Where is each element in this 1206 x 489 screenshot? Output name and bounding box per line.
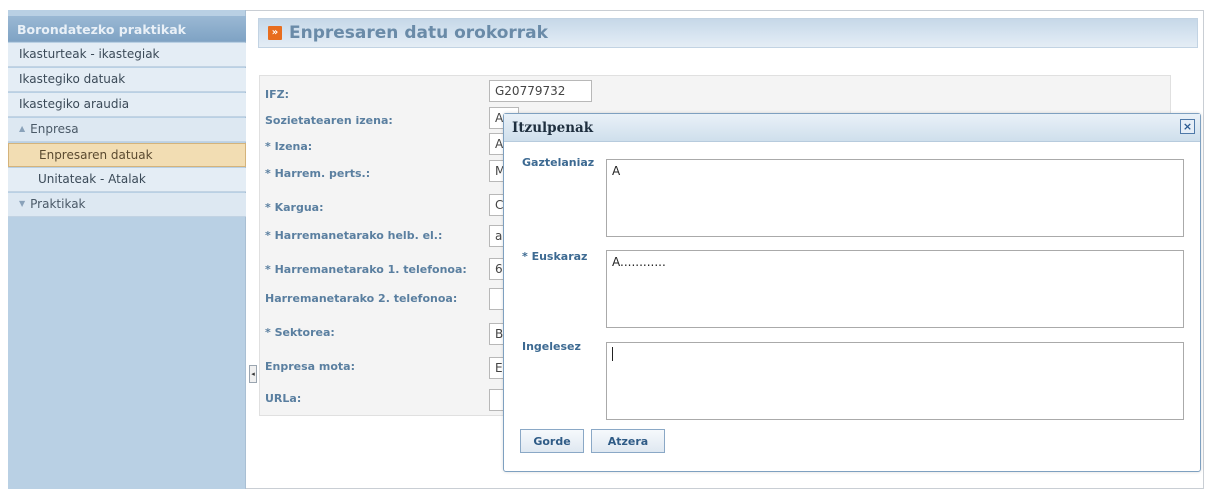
translations-dialog: Itzulpenak × Gaztelaniaz A * Euskaraz A.… xyxy=(503,113,1201,472)
ingelesez-textarea[interactable] xyxy=(606,342,1184,420)
ifz-field[interactable]: G20779732 xyxy=(489,80,592,102)
sidebar-header: Borondatezko praktikak xyxy=(8,16,246,42)
sidebar-item-ikasturteak[interactable]: Ikasturteak - ikastegiak xyxy=(8,43,246,67)
sidebar-group-enpresa[interactable]: ▲ Enpresa xyxy=(8,118,246,142)
sidebar-item-label: Praktikak xyxy=(30,197,86,211)
save-button[interactable]: Gorde xyxy=(520,429,584,453)
sidebar-item-label: Enpresaren datuak xyxy=(39,148,153,162)
label-harrem-perts: * Harrem. perts.: xyxy=(265,167,371,180)
sidebar-item-label: Enpresa xyxy=(30,122,79,136)
sidebar-item-unitateak[interactable]: Unitateak - Atalak xyxy=(8,168,246,192)
triangle-down-icon: ▼ xyxy=(19,199,26,208)
label-telefonoa-2: Harremanetarako 2. telefonoa: xyxy=(265,292,458,305)
sidebar-item-enpresaren-datuak[interactable]: Enpresaren datuak xyxy=(8,143,246,167)
label-gaztelaniaz: Gaztelaniaz xyxy=(522,156,595,169)
dialog-titlebar[interactable]: Itzulpenak × xyxy=(504,114,1200,142)
label-izena: * Izena: xyxy=(265,140,313,153)
gaztelaniaz-value: A xyxy=(612,164,621,178)
page-header: » Enpresaren datu orokorrak xyxy=(258,18,1198,48)
sidebar-item-label: Ikastegiko araudia xyxy=(19,97,130,111)
sidebar-collapse-handle[interactable]: ◂ xyxy=(249,365,257,383)
sidebar-item-label: Ikastegiko datuak xyxy=(19,72,126,86)
page-title: Enpresaren datu orokorrak xyxy=(289,23,548,43)
euskaraz-textarea[interactable]: A............ xyxy=(606,250,1184,328)
label-url: URLa: xyxy=(265,392,302,405)
back-button[interactable]: Atzera xyxy=(591,429,665,453)
dialog-title: Itzulpenak xyxy=(512,120,594,136)
close-icon[interactable]: × xyxy=(1180,119,1195,134)
label-enpresa-mota: Enpresa mota: xyxy=(265,360,356,373)
sidebar: Borondatezko praktikak Ikasturteak - ika… xyxy=(8,10,246,489)
label-ingelesez: Ingelesez xyxy=(522,340,581,353)
label-sektorea: * Sektorea: xyxy=(265,326,335,339)
euskaraz-value: A............ xyxy=(612,255,666,269)
triangle-up-icon: ▲ xyxy=(19,124,26,133)
sidebar-item-ikastegiko-datuak[interactable]: Ikastegiko datuak xyxy=(8,68,246,92)
sidebar-item-label: Unitateak - Atalak xyxy=(38,172,146,186)
text-caret xyxy=(612,347,613,361)
sidebar-item-ikastegiko-araudia[interactable]: Ikastegiko araudia xyxy=(8,93,246,117)
sidebar-group-praktikak[interactable]: ▼ Praktikak xyxy=(8,193,246,217)
label-telefonoa-1: * Harremanetarako 1. telefonoa: xyxy=(265,263,467,276)
sidebar-item-label: Ikasturteak - ikastegiak xyxy=(19,47,160,61)
label-ifz: IFZ: xyxy=(265,88,289,101)
label-helb-el: * Harremanetarako helb. el.: xyxy=(265,229,443,242)
gaztelaniaz-textarea[interactable]: A xyxy=(606,159,1184,237)
label-kargua: * Kargua: xyxy=(265,201,324,214)
label-sozietatearen-izena: Sozietatearen izena: xyxy=(265,114,393,127)
arrow-badge-icon: » xyxy=(268,26,282,40)
label-euskaraz: * Euskaraz xyxy=(522,250,588,263)
